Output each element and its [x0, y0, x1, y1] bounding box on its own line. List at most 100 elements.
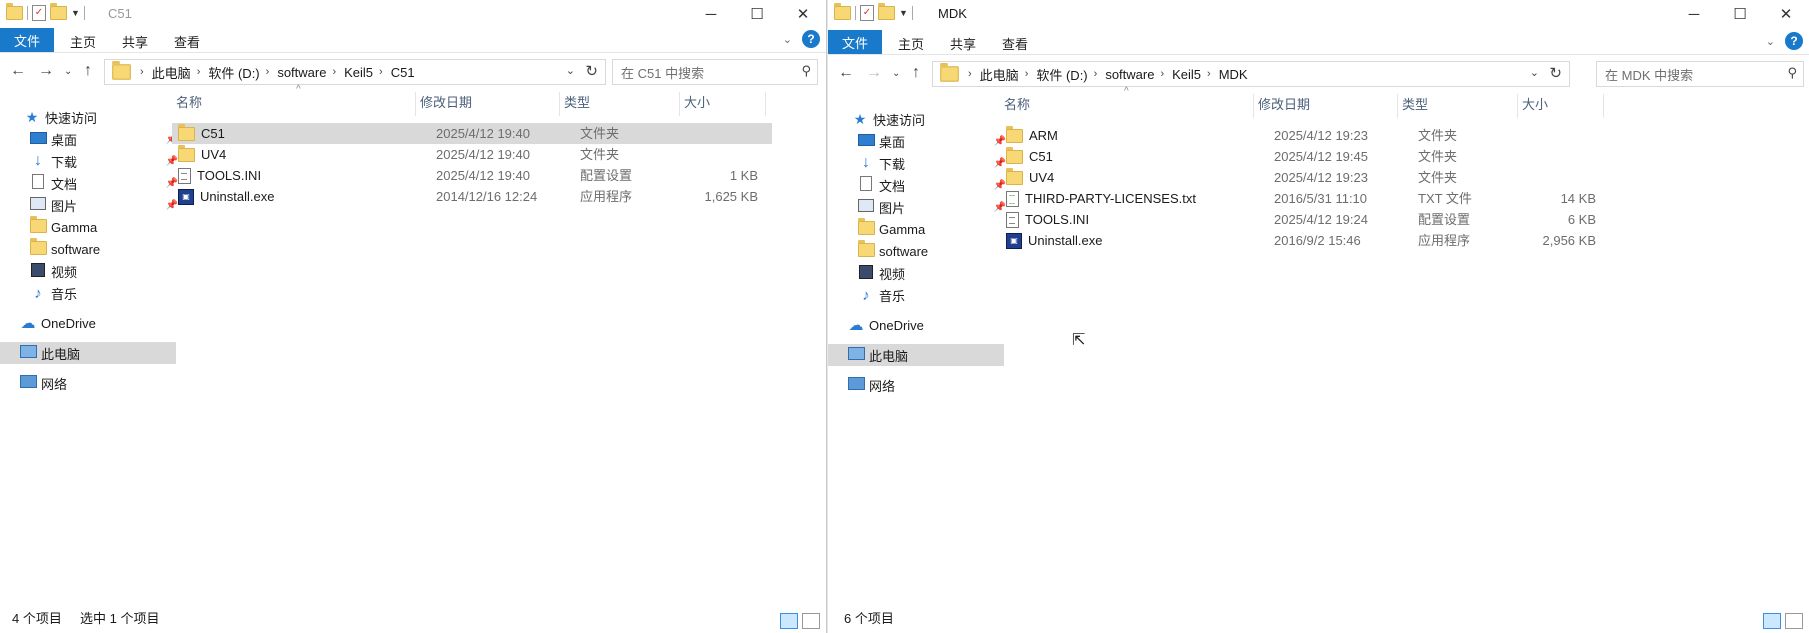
breadcrumb-item[interactable]: Keil5: [344, 65, 373, 80]
refresh-icon[interactable]: ↻: [585, 62, 598, 80]
back-button[interactable]: ←: [10, 62, 26, 80]
tab-share[interactable]: 共享: [950, 34, 976, 53]
sidebar-item-onedrive[interactable]: ☁ OneDrive: [828, 314, 1004, 336]
tab-view[interactable]: 查看: [1002, 34, 1028, 53]
chevron-right-icon[interactable]: ›: [379, 66, 383, 78]
recent-locations-icon[interactable]: ⌄: [64, 66, 72, 77]
sidebar-item-this-pc[interactable]: 此电脑: [828, 344, 1004, 366]
up-button[interactable]: ↑: [912, 64, 920, 82]
table-row[interactable]: TOOLS.INI 2025/4/12 19:24 配置设置 6 KB: [1000, 209, 1640, 230]
column-header-type[interactable]: 类型: [560, 92, 680, 116]
maximize-button[interactable]: ☐: [1717, 0, 1763, 28]
help-icon[interactable]: ?: [802, 30, 820, 48]
chevron-right-icon[interactable]: ›: [1025, 68, 1029, 80]
address-dropdown-icon[interactable]: ⌄: [1530, 66, 1539, 79]
breadcrumb-item[interactable]: 软件 (D:): [208, 63, 259, 82]
forward-button[interactable]: →: [38, 62, 54, 80]
back-button[interactable]: ←: [838, 64, 854, 82]
search-input[interactable]: 在 MDK 中搜索 ⚲: [1596, 61, 1804, 87]
breadcrumb-item[interactable]: 此电脑: [980, 65, 1019, 84]
table-row[interactable]: THIRD-PARTY-LICENSES.txt 2016/5/31 11:10…: [1000, 188, 1640, 209]
table-row[interactable]: UV4 2025/4/12 19:40 文件夹: [172, 144, 772, 165]
sidebar-item-desktop[interactable]: 桌面📌: [0, 128, 186, 150]
breadcrumb-item[interactable]: 此电脑: [152, 63, 191, 82]
properties-icon[interactable]: ✓: [32, 5, 46, 21]
tab-file[interactable]: 文件: [828, 30, 882, 54]
maximize-button[interactable]: ☐: [734, 0, 780, 28]
sidebar-item-documents[interactable]: 文档 📌: [0, 172, 186, 194]
tab-file[interactable]: 文件: [0, 28, 54, 52]
sidebar-item-documents[interactable]: 文档 📌: [828, 174, 1014, 196]
column-header-name[interactable]: 名称: [172, 92, 416, 116]
chevron-right-icon[interactable]: ›: [332, 66, 336, 78]
sidebar-item-quick-access[interactable]: ★ 快速访问: [0, 106, 180, 128]
sidebar-item-software[interactable]: software: [828, 239, 1014, 262]
minimize-button[interactable]: ─: [1671, 0, 1717, 28]
details-view-icon[interactable]: [780, 613, 798, 629]
refresh-icon[interactable]: ↻: [1549, 64, 1562, 82]
column-header-name[interactable]: 名称: [1000, 94, 1254, 118]
breadcrumb-item[interactable]: C51: [391, 65, 415, 80]
chevron-right-icon[interactable]: ›: [968, 68, 972, 80]
sidebar-item-network[interactable]: 网络: [828, 374, 1004, 396]
sidebar-item-network[interactable]: 网络: [0, 372, 176, 394]
chevron-right-icon[interactable]: ›: [266, 66, 270, 78]
chevron-right-icon[interactable]: ›: [1207, 68, 1211, 80]
sidebar-item-music[interactable]: ♪ 音乐: [0, 282, 186, 304]
sidebar-item-gamma[interactable]: Gamma: [0, 215, 186, 238]
up-button[interactable]: ↑: [84, 62, 92, 80]
column-header-type[interactable]: 类型: [1398, 94, 1518, 118]
table-row[interactable]: C51 2025/4/12 19:45 文件夹: [1000, 146, 1640, 167]
search-icon[interactable]: ⚲: [801, 63, 811, 79]
chevron-right-icon[interactable]: ›: [1094, 68, 1098, 80]
search-input[interactable]: 在 C51 中搜索 ⚲: [612, 59, 818, 85]
sidebar-item-pictures[interactable]: 图片 📌: [0, 194, 186, 216]
tab-home[interactable]: 主页: [898, 34, 924, 53]
close-button[interactable]: ✕: [1763, 0, 1809, 28]
breadcrumb-item[interactable]: software: [277, 65, 326, 80]
table-row[interactable]: ARM 2025/4/12 19:23 文件夹: [1000, 125, 1640, 146]
breadcrumb-item[interactable]: 软件 (D:): [1036, 65, 1087, 84]
new-folder-icon[interactable]: [50, 3, 67, 20]
large-icons-view-icon[interactable]: [802, 613, 820, 629]
recent-locations-icon[interactable]: ⌄: [892, 68, 900, 79]
customize-toolbar-icon[interactable]: ▼: [899, 8, 908, 18]
address-bar[interactable]: › 此电脑 › 软件 (D:) › software › Keil5 › C51…: [104, 59, 606, 85]
chevron-right-icon[interactable]: ›: [140, 66, 144, 78]
properties-icon[interactable]: ✓: [860, 5, 874, 21]
forward-button[interactable]: →: [866, 64, 882, 82]
breadcrumb-item[interactable]: Keil5: [1172, 67, 1201, 82]
table-row[interactable]: UV4 2025/4/12 19:23 文件夹: [1000, 167, 1640, 188]
sidebar-item-software[interactable]: software: [0, 237, 186, 260]
large-icons-view-icon[interactable]: [1785, 613, 1803, 629]
sidebar-item-pictures[interactable]: 图片 📌: [828, 196, 1014, 218]
sidebar-item-onedrive[interactable]: ☁ OneDrive: [0, 312, 176, 334]
column-header-size[interactable]: 大小: [1518, 94, 1604, 118]
breadcrumb-item[interactable]: MDK: [1219, 67, 1248, 82]
chevron-right-icon[interactable]: ›: [197, 66, 201, 78]
sidebar-item-this-pc[interactable]: 此电脑: [0, 342, 176, 364]
sidebar-item-quick-access[interactable]: ★ 快速访问: [828, 108, 1008, 130]
sidebar-item-gamma[interactable]: Gamma: [828, 217, 1014, 240]
customize-toolbar-icon[interactable]: ▼: [71, 8, 80, 18]
table-row[interactable]: TOOLS.INI 2025/4/12 19:40 配置设置 1 KB: [172, 165, 772, 186]
breadcrumb-item[interactable]: software: [1105, 67, 1154, 82]
sidebar-item-downloads[interactable]: ↓ 下载 📌: [0, 150, 186, 172]
tab-share[interactable]: 共享: [122, 32, 148, 51]
column-header-size[interactable]: 大小: [680, 92, 766, 116]
column-header-date[interactable]: 修改日期: [1254, 94, 1398, 118]
column-header-date[interactable]: 修改日期: [416, 92, 560, 116]
close-button[interactable]: ✕: [780, 0, 826, 28]
sidebar-item-videos[interactable]: 视频: [0, 260, 186, 282]
expand-ribbon-icon[interactable]: ⌄: [1766, 35, 1775, 48]
table-row[interactable]: ▣ Uninstall.exe 2016/9/2 15:46 应用程序 2,956…: [1000, 230, 1640, 251]
expand-ribbon-icon[interactable]: ⌄: [783, 33, 792, 46]
table-row[interactable]: C51 2025/4/12 19:40 文件夹: [172, 123, 772, 144]
sidebar-item-videos[interactable]: 视频: [828, 262, 1014, 284]
sidebar-item-desktop[interactable]: 桌面📌: [828, 130, 1014, 152]
help-icon[interactable]: ?: [1785, 32, 1803, 50]
address-dropdown-icon[interactable]: ⌄: [566, 64, 575, 77]
details-view-icon[interactable]: [1763, 613, 1781, 629]
table-row[interactable]: ▣ Uninstall.exe 2014/12/16 12:24 应用程序 1,6…: [172, 186, 772, 207]
minimize-button[interactable]: ─: [688, 0, 734, 28]
